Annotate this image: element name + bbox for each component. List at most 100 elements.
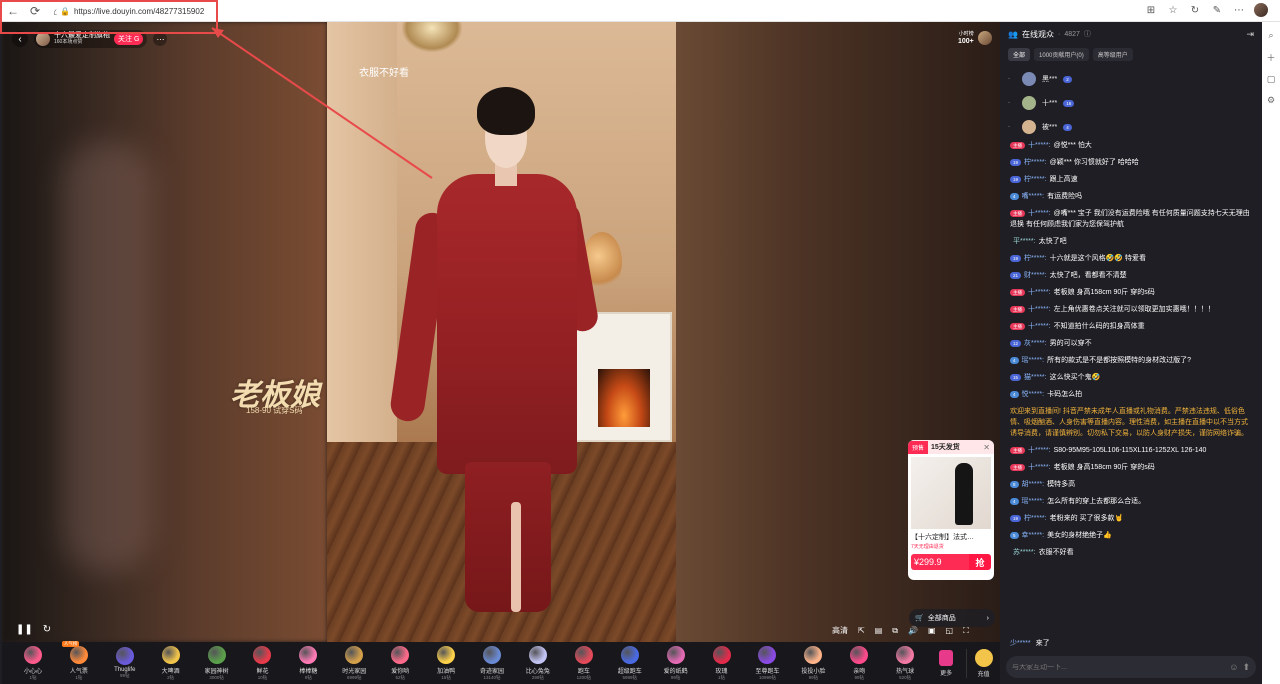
recharge-button[interactable]: 充值 (966, 648, 1000, 678)
chat-user[interactable]: 猫*****: (1024, 374, 1047, 381)
gift-item[interactable]: 奇迹家园 13140钻 (469, 645, 515, 681)
chat-user[interactable]: 平*****: (1013, 238, 1036, 245)
chat-input[interactable] (1012, 663, 1226, 671)
chat-user[interactable]: 十*****: (1028, 323, 1051, 330)
chat-user[interactable]: 十*****: (1028, 142, 1051, 149)
gift-name: 跑车 (577, 668, 590, 675)
bookmark-star-icon[interactable]: ☆ (1166, 3, 1180, 17)
gift-item[interactable]: 爱你哟 52钻 (377, 645, 423, 681)
search-icon[interactable]: ⌕ (1268, 30, 1273, 41)
collapse-panel-icon[interactable]: ⇥ (1246, 29, 1254, 40)
chat-user[interactable]: 柠*****: (1024, 159, 1047, 166)
gift-item[interactable]: 家园神树 3000钻 (194, 645, 240, 681)
follow-button[interactable]: 关注 G (114, 33, 144, 45)
extension-icon[interactable]: ✎ (1210, 3, 1224, 17)
quality-button[interactable]: 高清 (832, 625, 848, 636)
chat-user[interactable]: 十*****: (1028, 210, 1051, 217)
gift-item[interactable]: 大啤酒 2钻 (148, 645, 194, 681)
fullscreen-icon[interactable]: ⛶ (963, 626, 969, 636)
chat-input-box[interactable]: ☺ ⬆ (1006, 656, 1256, 678)
product-card[interactable]: 预售 15天发货 ✕ 【十六定制】法式… 7天无理由退货 ¥299.9 抢 (908, 440, 994, 580)
chat-user[interactable]: 财*****: (1024, 272, 1047, 279)
gift-item[interactable]: 时光家园 6999钻 (331, 645, 377, 681)
webfullscreen-icon[interactable]: ◱ (946, 626, 954, 635)
viewer-avatar[interactable] (1022, 72, 1036, 86)
gift-item[interactable]: 加油鸭 15钻 (423, 645, 469, 681)
chat-user[interactable]: 胡*****: (1022, 481, 1045, 488)
viewer-row[interactable]: - 被*** 4 (1008, 115, 1254, 139)
grab-button[interactable]: 抢 (969, 554, 991, 570)
streamer-avatar[interactable] (36, 32, 50, 46)
settings-icon[interactable]: ⚙ (1267, 95, 1275, 106)
volume-icon[interactable]: 🔊 (908, 626, 918, 635)
add-icon[interactable]: ＋ (1266, 51, 1275, 64)
gift-item[interactable]: 超级跑车 5999钻 (607, 645, 653, 681)
chat-user[interactable]: 十*****: (1028, 306, 1051, 313)
gift-item[interactable]: Thuglife 99钻 (102, 647, 148, 679)
gift-item[interactable]: 投投小脸 99钻 (790, 645, 836, 681)
chat-user[interactable]: 柠*****: (1024, 176, 1047, 183)
audience-tab[interactable]: 全部 (1008, 48, 1031, 61)
apps-icon[interactable]: ⊞ (1144, 3, 1158, 17)
menu-icon[interactable]: ⋯ (1232, 3, 1246, 17)
gift-item[interactable]: 比心兔兔 299钻 (515, 645, 561, 681)
gift-name: 超级跑车 (617, 668, 642, 675)
pip-icon[interactable]: ▣ (928, 626, 936, 635)
viewer-avatar[interactable] (1022, 120, 1036, 134)
gift-item[interactable]: 爱的纸鹤 99钻 (653, 645, 699, 681)
share-icon[interactable]: ⇱ (858, 626, 865, 635)
level-badge: 2 (1063, 75, 1072, 83)
profile-avatar[interactable] (1254, 3, 1268, 17)
product-title[interactable]: 【十六定制】法式… (911, 532, 991, 542)
chat-user[interactable]: 嘴*****: (1022, 193, 1045, 200)
danmaku-icon[interactable]: ▤ (875, 626, 883, 635)
chat-user[interactable]: 十*****: (1028, 464, 1051, 471)
chat-user[interactable]: 幸*****: (1022, 532, 1045, 539)
chat-messages[interactable]: 主播 十*****: @悦*** 怕大 19 柠*****: @颖*** 你习惯就好了 哈… (1000, 140, 1262, 640)
join-user[interactable]: 少***** (1010, 640, 1031, 647)
info-icon[interactable]: ⓘ (1084, 29, 1091, 39)
chat-text: 不知道拍什么码的扣身高体重 (1053, 323, 1145, 330)
hourly-rank[interactable]: 小时榜 100+ (958, 30, 992, 46)
live-stream-frame[interactable] (327, 22, 676, 642)
gift-item[interactable]: 亲吻 99钻 (836, 645, 882, 681)
pause-icon[interactable]: ❚❚ (16, 624, 33, 635)
send-icon[interactable]: ⬆ (1242, 662, 1250, 673)
chat-user[interactable]: 十*****: (1028, 289, 1051, 296)
close-icon[interactable]: ✕ (983, 443, 990, 452)
gift-item[interactable]: 热气球 520钻 (882, 645, 928, 681)
viewer-row[interactable]: - 黑*** 2 (1008, 67, 1254, 91)
refresh-extension-icon[interactable]: ↻ (1188, 3, 1202, 17)
gift-item[interactable]: 人气榜 人气票 1钻 (56, 640, 102, 681)
gift-item[interactable]: 玫瑰 1钻 (699, 645, 745, 681)
refresh-icon[interactable]: ↻ (43, 624, 51, 635)
viewer-avatar[interactable] (1022, 96, 1036, 110)
chat-user[interactable]: 柠*****: (1024, 255, 1047, 262)
more-gifts-button[interactable]: 更多 (930, 649, 962, 677)
chat-user[interactable]: 悦*****: (1022, 391, 1045, 398)
chat-user[interactable]: 瑶*****: (1022, 498, 1045, 505)
gift-item[interactable]: 鲜花 10钻 (240, 645, 286, 681)
live-video-area[interactable]: 老板娘 158-90 试穿S码 衣服不好看 ‹ 十六最爱定制旗袍 160本场点赞… (2, 22, 1000, 684)
chat-user[interactable]: 苏*****: (1013, 549, 1036, 556)
viewer-row[interactable]: - 十*** 16 (1008, 91, 1254, 115)
chat-user[interactable]: 柠*****: (1024, 515, 1047, 522)
gift-item[interactable]: 小心心 1钻 (10, 645, 56, 681)
buy-button[interactable]: ¥299.9 抢 (911, 554, 991, 570)
stream-watermark-sub: 158-90 试穿S码 (246, 406, 303, 415)
emoji-icon[interactable]: ☺ (1229, 662, 1238, 672)
panel-icon[interactable]: ▢ (1267, 74, 1276, 85)
more-options-icon[interactable]: ⋯ (153, 32, 168, 46)
chat-user[interactable]: 十*****: (1028, 447, 1051, 454)
chat-user[interactable]: 灰*****: (1024, 340, 1047, 347)
gift-box-icon (939, 649, 954, 666)
screenshot-icon[interactable]: ⧉ (892, 626, 898, 636)
address-bar[interactable]: 🔒 https://live.douyin.com/48277315902 (56, 3, 1156, 20)
chat-user[interactable]: 瑶*****: (1022, 357, 1045, 364)
audience-tab[interactable]: 高等级用户 (1092, 48, 1133, 61)
gift-item[interactable]: 至尊跑车 10999钻 (745, 645, 791, 681)
gift-item[interactable]: 棒棒糖 9钻 (285, 645, 331, 681)
product-image[interactable] (911, 457, 991, 529)
audience-tab[interactable]: 1000贡献用户(0) (1034, 48, 1089, 61)
gift-item[interactable]: 跑车 1200钻 (561, 645, 607, 681)
